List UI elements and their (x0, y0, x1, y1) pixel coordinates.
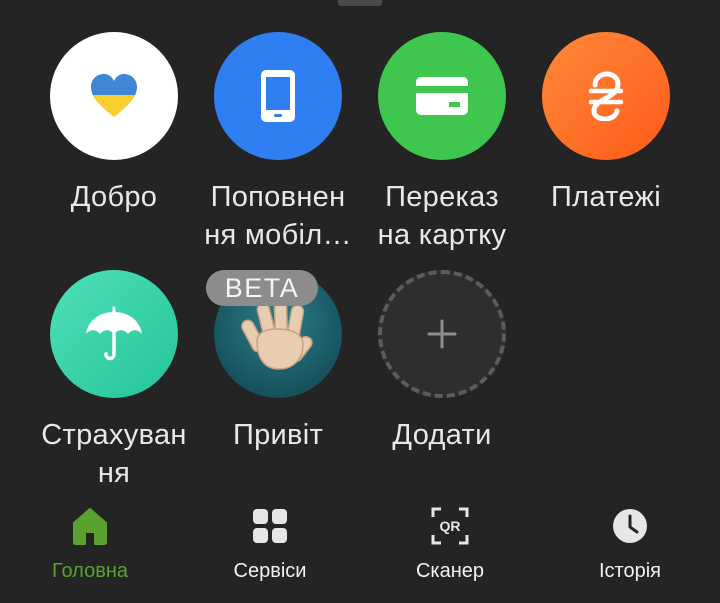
tile-label-line: Добро (70, 181, 158, 213)
qr-scanner-icon: QR (431, 507, 469, 545)
tile-add-label: Додати (360, 416, 524, 454)
drag-handle[interactable] (338, 0, 382, 6)
nav-item-home[interactable]: Головна (0, 496, 180, 596)
tile-label-line: ня (97, 457, 131, 489)
tile-label-line: Додати (392, 419, 492, 451)
tile-label-line: Страхуван (41, 419, 187, 451)
beta-badge: BETA (206, 270, 318, 306)
tile-label-line: Переказ (385, 181, 499, 213)
nav-item-scanner[interactable]: QR Сканер (360, 496, 540, 596)
plus-icon (427, 319, 457, 349)
tile-card-transfer[interactable]: Переказ на картку (360, 32, 524, 252)
phone-icon (261, 70, 295, 122)
tile-mobile-topup-label: Поповнен ня мобіл… (196, 178, 360, 254)
umbrella-icon (86, 306, 142, 361)
nav-item-history[interactable]: Історія (540, 496, 720, 596)
nav-label-history: Історія (598, 560, 661, 582)
tile-insurance-circle (50, 270, 178, 398)
tile-mobile-topup-circle (214, 32, 342, 160)
tile-card-transfer-label: Переказ на картку (360, 178, 524, 254)
tile-card-transfer-circle (378, 32, 506, 160)
tile-add-circle (378, 270, 506, 398)
tile-payments-label: Платежі (524, 178, 688, 216)
nav-label-services: Сервіси (233, 560, 307, 582)
grid-icon (253, 509, 287, 543)
hryvnia-icon (588, 71, 624, 121)
nav-label-home: Головна (52, 560, 128, 582)
tile-label-line: Платежі (551, 181, 661, 213)
nav-label-scanner: Сканер (415, 560, 485, 582)
home-icon (73, 508, 107, 545)
tile-payments-circle (542, 32, 670, 160)
clock-icon (613, 509, 647, 543)
tile-label-line: Поповнен (210, 181, 346, 213)
tile-label-line: Привіт (232, 419, 324, 451)
ukraine-heart-icon (91, 74, 137, 117)
tile-add[interactable]: Додати (360, 270, 524, 470)
tile-label-line: на картку (377, 219, 507, 251)
tile-payments[interactable]: Платежі (524, 32, 688, 232)
nav-item-services[interactable]: Сервіси (180, 496, 360, 596)
qr-icon-text: QR (440, 518, 461, 534)
card-icon (416, 77, 468, 115)
tile-insurance[interactable]: Страхуван ня (32, 270, 196, 490)
tile-dobro[interactable]: Добро (32, 32, 196, 232)
bottom-navigation: Головна Сервіси QR Сканер Історія (0, 496, 720, 603)
tile-mobile-topup[interactable]: Поповнен ня мобіл… (196, 32, 360, 252)
tile-insurance-label: Страхуван ня (32, 416, 196, 492)
tile-dobro-circle (50, 32, 178, 160)
tile-dobro-label: Добро (32, 178, 196, 216)
tile-label-line: ня мобіл… (204, 219, 352, 251)
tile-pryvit-label: Привіт (196, 416, 360, 454)
tile-pryvit[interactable]: BETA Привіт (196, 270, 360, 470)
